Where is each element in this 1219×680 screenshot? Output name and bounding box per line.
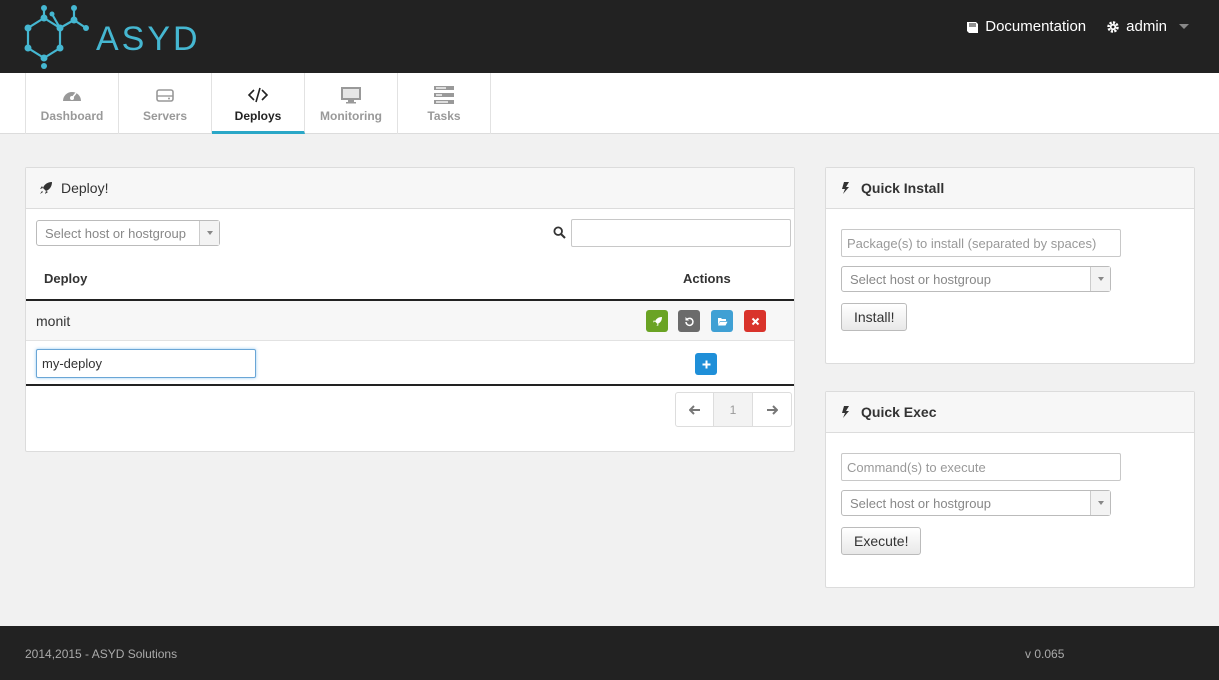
- top-navbar: ASYD Documentation admin: [0, 0, 1219, 73]
- server-icon: [156, 88, 174, 102]
- tab-deploys[interactable]: Deploys: [212, 73, 305, 134]
- tab-label: Servers: [142, 108, 188, 123]
- user-label: admin: [1126, 18, 1167, 35]
- monitor-icon: [341, 86, 361, 103]
- select-value: Select host or hostgroup: [850, 495, 991, 511]
- execute-button[interactable]: Execute!: [841, 527, 922, 555]
- logo-text: ASYD: [96, 20, 201, 58]
- select-value: Select host or hostgroup: [850, 271, 991, 287]
- molecule-icon: [24, 5, 89, 69]
- arrow-right-icon: [766, 404, 778, 415]
- pager-prev-button[interactable]: [676, 393, 715, 426]
- tab-dashboard[interactable]: Dashboard: [26, 73, 119, 134]
- quick-exec-panel: Quick Exec Select host or hostgroup Exec…: [825, 391, 1195, 588]
- tasks-icon: [434, 85, 454, 104]
- table-footer-divider: [26, 384, 794, 386]
- search-icon: [553, 226, 566, 239]
- select-value: Select host or hostgroup: [45, 225, 186, 241]
- copyright-text: 2014,2015 - ASYD Solutions: [25, 647, 178, 661]
- chevron-down-icon: [1090, 491, 1110, 515]
- bolt-icon: [842, 406, 849, 418]
- deploy-host-select[interactable]: Select host or hostgroup: [36, 220, 220, 246]
- tab-label: Monitoring: [320, 108, 382, 123]
- chevron-down-icon: [199, 221, 219, 245]
- book-icon: [967, 21, 979, 33]
- documentation-label: Documentation: [985, 18, 1087, 35]
- table-row-new: [26, 342, 794, 386]
- add-deploy-button[interactable]: [695, 353, 717, 375]
- tab-monitoring[interactable]: Monitoring: [305, 73, 398, 134]
- rocket-icon: [652, 316, 662, 326]
- deploy-panel: Deploy! Select host or hostgroup Deploy …: [25, 167, 795, 452]
- top-nav-links: Documentation admin: [965, 18, 1189, 35]
- tab-label: Deploys: [234, 108, 282, 123]
- column-header-deploy: Deploy: [44, 271, 88, 286]
- plus-icon: [702, 360, 710, 368]
- command-input[interactable]: [841, 453, 1121, 481]
- footer: 2014,2015 - ASYD Solutions v 0.065: [0, 626, 1219, 680]
- quick-install-panel: Quick Install Select host or hostgroup I…: [825, 167, 1195, 364]
- deploy-panel-header: Deploy!: [26, 168, 794, 209]
- pagination: 1: [675, 392, 792, 427]
- new-deploy-input[interactable]: [36, 349, 256, 378]
- deploy-name: monit: [36, 313, 71, 329]
- rocket-icon: [40, 182, 52, 194]
- pager-page-number[interactable]: 1: [714, 393, 753, 426]
- redeploy-button[interactable]: [678, 310, 700, 332]
- packages-input[interactable]: [841, 229, 1121, 257]
- tab-servers[interactable]: Servers: [119, 73, 212, 134]
- dashboard-icon: [63, 91, 81, 101]
- quick-exec-title: Quick Exec: [861, 404, 937, 420]
- pager-next-button[interactable]: [753, 393, 791, 426]
- gear-icon: [1107, 20, 1119, 33]
- documentation-link[interactable]: Documentation: [965, 18, 1086, 35]
- run-deploy-button[interactable]: [646, 310, 668, 332]
- code-icon: [247, 87, 269, 102]
- open-folder-button[interactable]: [711, 310, 733, 332]
- install-host-select[interactable]: Select host or hostgroup: [841, 266, 1111, 292]
- chevron-down-icon: [1090, 267, 1110, 291]
- version-text: v 0.065: [1025, 647, 1065, 661]
- deploy-panel-title: Deploy!: [61, 180, 109, 196]
- asyd-logo[interactable]: ASYD: [24, 4, 198, 70]
- column-header-actions: Actions: [683, 271, 731, 286]
- tab-tasks[interactable]: Tasks: [398, 73, 491, 134]
- exec-host-select[interactable]: Select host or hostgroup: [841, 490, 1111, 516]
- install-button[interactable]: Install!: [841, 303, 908, 331]
- folder-open-icon: [717, 317, 727, 325]
- tab-label: Dashboard: [40, 108, 104, 123]
- close-icon: [751, 317, 759, 325]
- quick-install-header: Quick Install: [826, 168, 1194, 209]
- arrow-left-icon: [688, 404, 700, 415]
- undo-icon: [684, 316, 694, 326]
- user-menu[interactable]: admin: [1106, 18, 1189, 35]
- deploy-search-input[interactable]: [571, 219, 791, 247]
- delete-deploy-button[interactable]: [744, 310, 766, 332]
- main-tabbar: Dashboard Servers Deploys Monitoring Tas…: [0, 73, 1219, 134]
- tab-label: Tasks: [427, 108, 461, 123]
- table-row: monit: [26, 301, 794, 341]
- quick-exec-header: Quick Exec: [826, 392, 1194, 433]
- chevron-down-icon: [1179, 24, 1189, 29]
- bolt-icon: [842, 182, 849, 194]
- quick-install-title: Quick Install: [861, 180, 945, 196]
